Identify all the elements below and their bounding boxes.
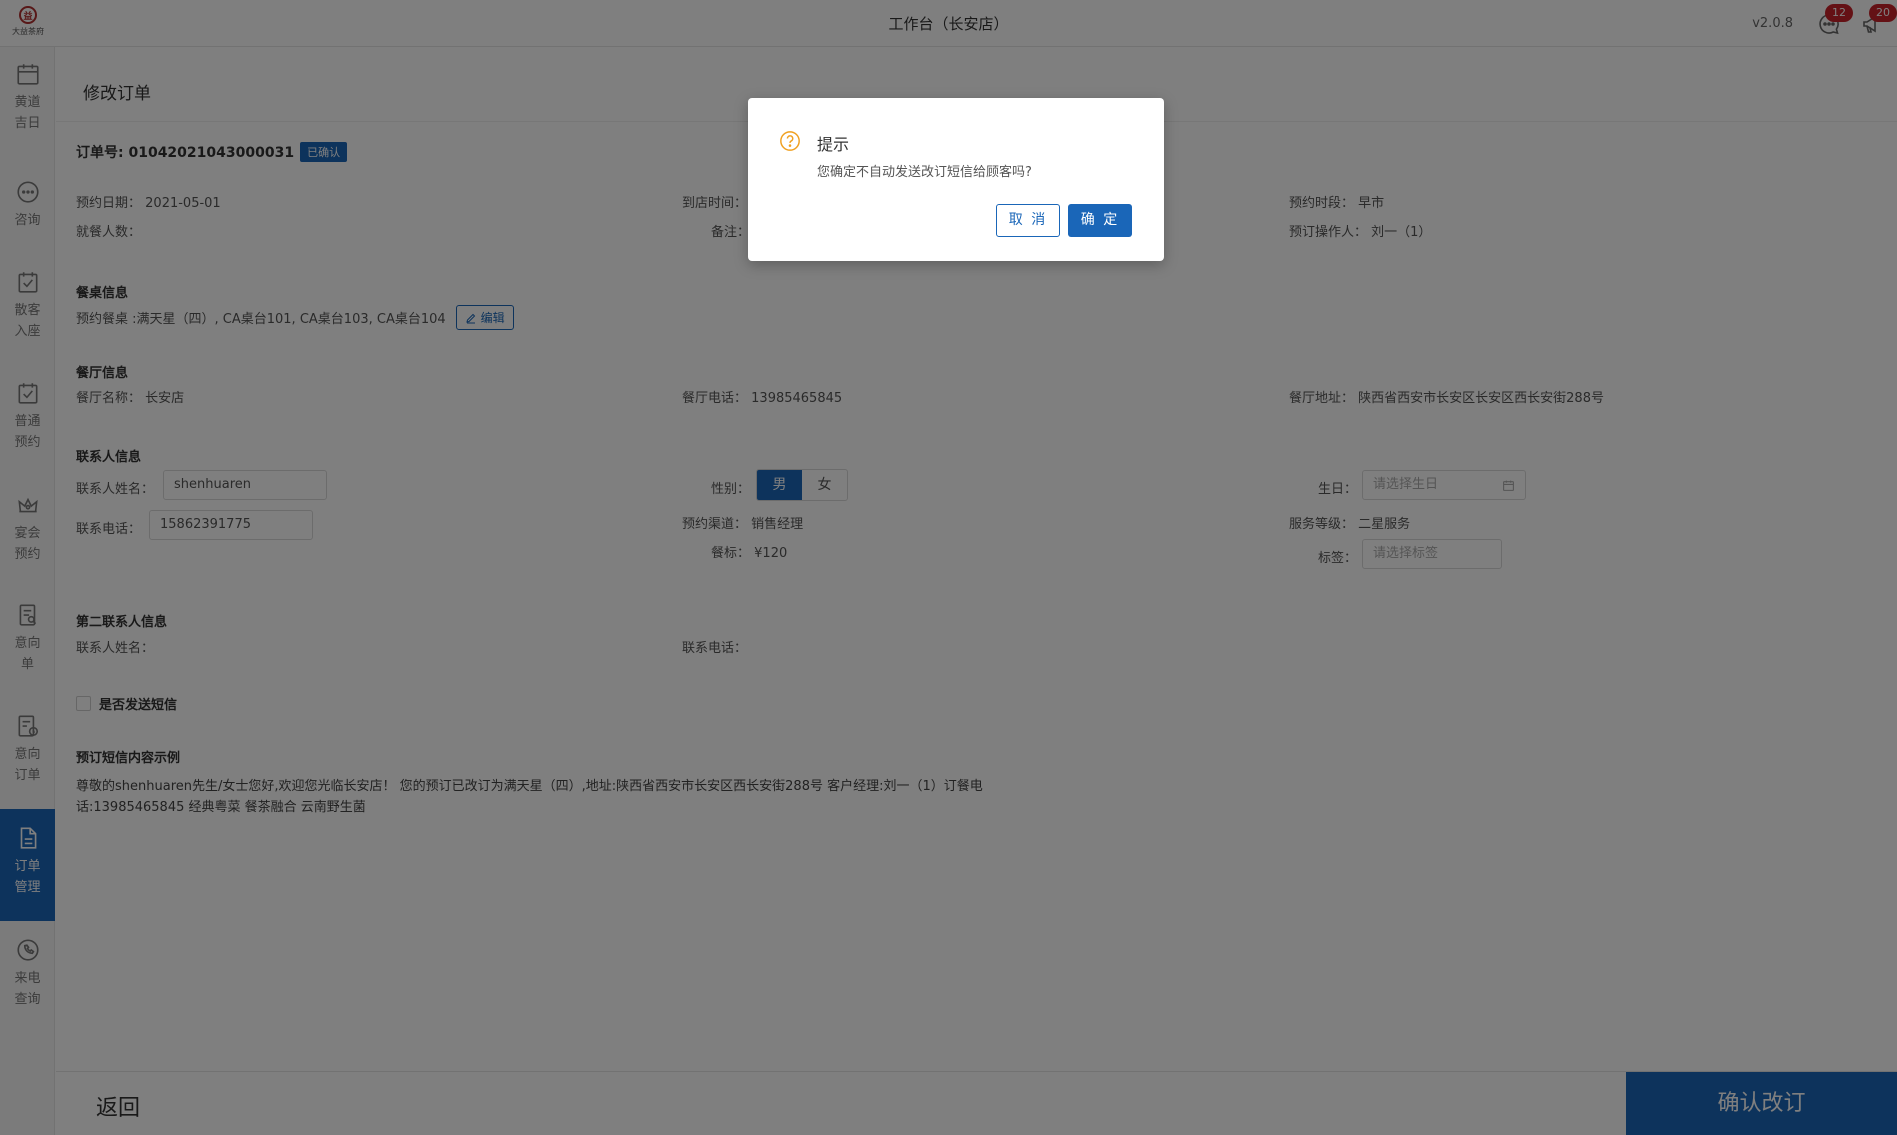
confirm-dialog: 提示 您确定不自动发送改订短信给顾客吗? 取 消 确 定 [748,98,1164,261]
question-icon [780,131,800,151]
dialog-cancel-button[interactable]: 取 消 [996,204,1060,237]
dialog-ok-button[interactable]: 确 定 [1068,204,1132,237]
dialog-title: 提示 [817,135,850,154]
dialog-message: 您确定不自动发送改订短信给顾客吗? [817,165,1032,180]
